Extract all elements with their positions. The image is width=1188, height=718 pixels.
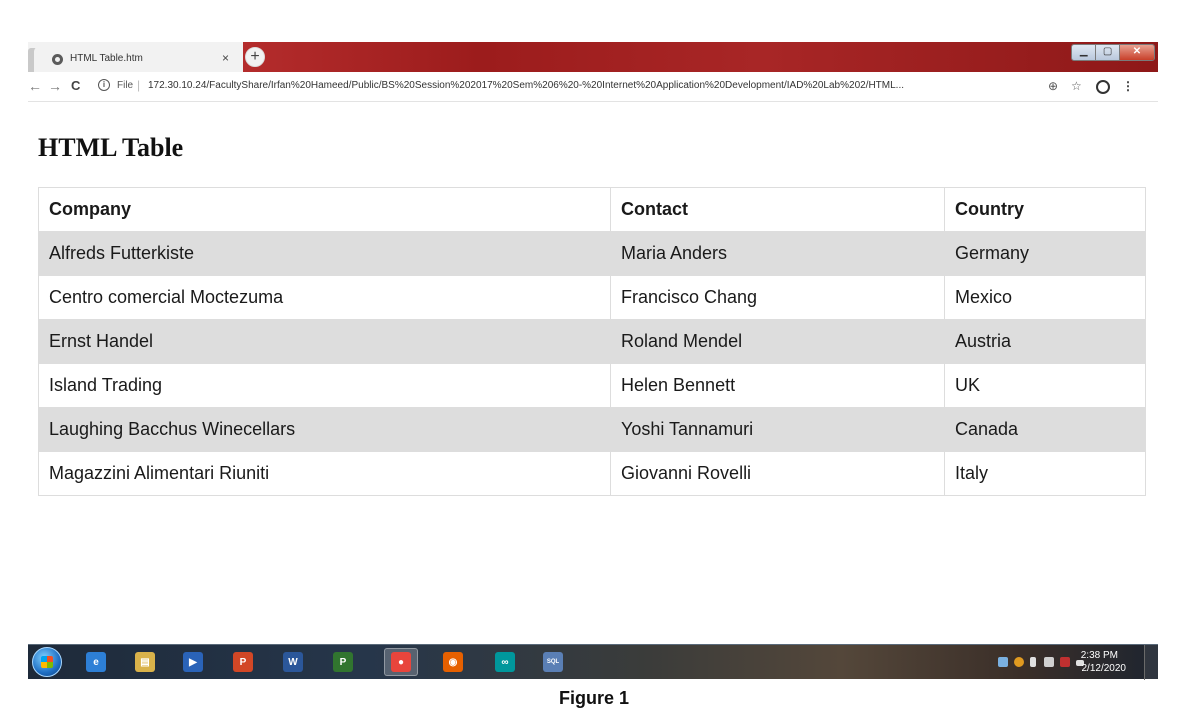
- windows-taskbar: e ▤ ▶ P W P ● ◉ ∞ SQL 2:38 PM 2/12/2020: [28, 644, 1158, 680]
- address-toolbar: ← → C i File | 172.30.10.24/FacultyShare…: [28, 72, 1158, 102]
- table-row: Laughing Bacchus Winecellars Yoshi Tanna…: [38, 407, 1146, 452]
- table-row: Alfreds Futterkiste Maria Anders Germany: [38, 231, 1146, 276]
- figure-caption: Figure 1: [558, 688, 629, 708]
- media-player-taskbar-button[interactable]: ▶: [176, 648, 210, 676]
- cell-company: Alfreds Futterkiste: [38, 231, 611, 276]
- show-desktop-button[interactable]: [1144, 645, 1158, 680]
- cell-company: Ernst Handel: [38, 319, 611, 364]
- maximize-button[interactable]: ▢: [1096, 45, 1120, 60]
- url-scheme-label: File: [117, 80, 134, 91]
- project-icon: P: [333, 652, 353, 672]
- info-icon[interactable]: i: [98, 79, 110, 91]
- page-title: HTML Table: [38, 133, 184, 162]
- header-company: Company: [38, 187, 611, 232]
- address-bar-url[interactable]: 172.30.10.24/FacultyShare/Irfan%20Hameed…: [148, 80, 1028, 91]
- clock-date[interactable]: 2/12/2020: [1082, 663, 1127, 674]
- back-arrow-icon[interactable]: ←: [28, 78, 42, 94]
- sql-icon: SQL: [543, 652, 563, 672]
- tray-volume-icon[interactable]: [1044, 657, 1054, 667]
- firefox-icon: ◉: [443, 652, 463, 672]
- table-row: Magazzini Alimentari Riuniti Giovanni Ro…: [38, 451, 1146, 496]
- table-row: Ernst Handel Roland Mendel Austria: [38, 319, 1146, 364]
- url-separator: |: [137, 78, 141, 92]
- chrome-taskbar-button[interactable]: ●: [384, 648, 418, 676]
- tray-battery-icon[interactable]: [1030, 657, 1036, 667]
- arduino-taskbar-button[interactable]: ∞: [488, 648, 522, 676]
- tray-flag-icon[interactable]: [1060, 657, 1070, 667]
- tray-app-icon[interactable]: [1014, 657, 1024, 667]
- chrome-icon: ●: [391, 652, 411, 672]
- title-bar: HTML Table.htm × + ▁ ▢ ✕: [28, 42, 1158, 72]
- arduino-icon: ∞: [495, 652, 515, 672]
- new-tab-button[interactable]: +: [245, 47, 265, 67]
- cell-company: Magazzini Alimentari Riuniti: [38, 451, 611, 496]
- cell-contact: Giovanni Rovelli: [610, 451, 945, 496]
- cell-country: Austria: [944, 319, 1146, 364]
- forward-arrow-icon[interactable]: →: [48, 78, 62, 94]
- cell-company: Island Trading: [38, 363, 611, 408]
- cell-company: Laughing Bacchus Winecellars: [38, 407, 611, 452]
- cell-contact: Maria Anders: [610, 231, 945, 276]
- project-taskbar-button[interactable]: P: [326, 648, 360, 676]
- word-icon: W: [283, 652, 303, 672]
- internet-explorer-icon: e: [86, 652, 106, 672]
- cell-contact: Francisco Chang: [610, 275, 945, 320]
- sql-taskbar-button[interactable]: SQL: [536, 648, 570, 676]
- cell-country: Canada: [944, 407, 1146, 452]
- file-explorer-taskbar-button[interactable]: ▤: [128, 648, 162, 676]
- customers-table: Company Contact Country Alfreds Futterki…: [38, 187, 1146, 496]
- minimize-button[interactable]: ▁: [1072, 45, 1097, 60]
- windows-logo-icon: [41, 656, 53, 668]
- powerpoint-icon: P: [233, 652, 253, 672]
- powerpoint-taskbar-button[interactable]: P: [226, 648, 260, 676]
- firefox-taskbar-button[interactable]: ◉: [436, 648, 470, 676]
- bookmark-star-icon[interactable]: ☆: [1071, 78, 1082, 94]
- table-row: Centro comercial Moctezuma Francisco Cha…: [38, 275, 1146, 320]
- zoom-icon[interactable]: ⊕: [1048, 78, 1058, 94]
- reload-icon[interactable]: C: [71, 78, 80, 94]
- file-explorer-icon: ▤: [135, 652, 155, 672]
- table-header-row: Company Contact Country: [38, 187, 1146, 232]
- browser-window: HTML Table.htm × + ▁ ▢ ✕ ← → C i File | …: [28, 42, 1158, 677]
- header-contact: Contact: [610, 187, 945, 232]
- account-icon[interactable]: [1096, 80, 1110, 94]
- close-button[interactable]: ✕: [1119, 45, 1154, 60]
- cell-contact: Roland Mendel: [610, 319, 945, 364]
- cell-contact: Yoshi Tannamuri: [610, 407, 945, 452]
- cell-country: Italy: [944, 451, 1146, 496]
- cell-country: Mexico: [944, 275, 1146, 320]
- word-taskbar-button[interactable]: W: [276, 648, 310, 676]
- tray-network-icon[interactable]: [998, 657, 1008, 667]
- internet-explorer-taskbar-button[interactable]: e: [79, 648, 113, 676]
- system-tray: 2:38 PM 2/12/2020: [958, 645, 1158, 680]
- globe-icon: [52, 54, 63, 65]
- browser-tab[interactable]: HTML Table.htm ×: [34, 46, 242, 72]
- header-country: Country: [944, 187, 1146, 232]
- table-row: Island Trading Helen Bennett UK: [38, 363, 1146, 408]
- media-player-icon: ▶: [183, 652, 203, 672]
- window-controls: ▁ ▢ ✕: [1071, 44, 1155, 61]
- cell-country: Germany: [944, 231, 1146, 276]
- start-button[interactable]: [32, 647, 62, 677]
- tab-title: HTML Table.htm: [70, 53, 143, 64]
- tab-close-icon[interactable]: ×: [222, 51, 229, 65]
- cell-contact: Helen Bennett: [610, 363, 945, 408]
- menu-kebab-icon[interactable]: ⋮: [1122, 78, 1134, 94]
- clock-time[interactable]: 2:38 PM: [1081, 650, 1118, 661]
- cell-company: Centro comercial Moctezuma: [38, 275, 611, 320]
- cell-country: UK: [944, 363, 1146, 408]
